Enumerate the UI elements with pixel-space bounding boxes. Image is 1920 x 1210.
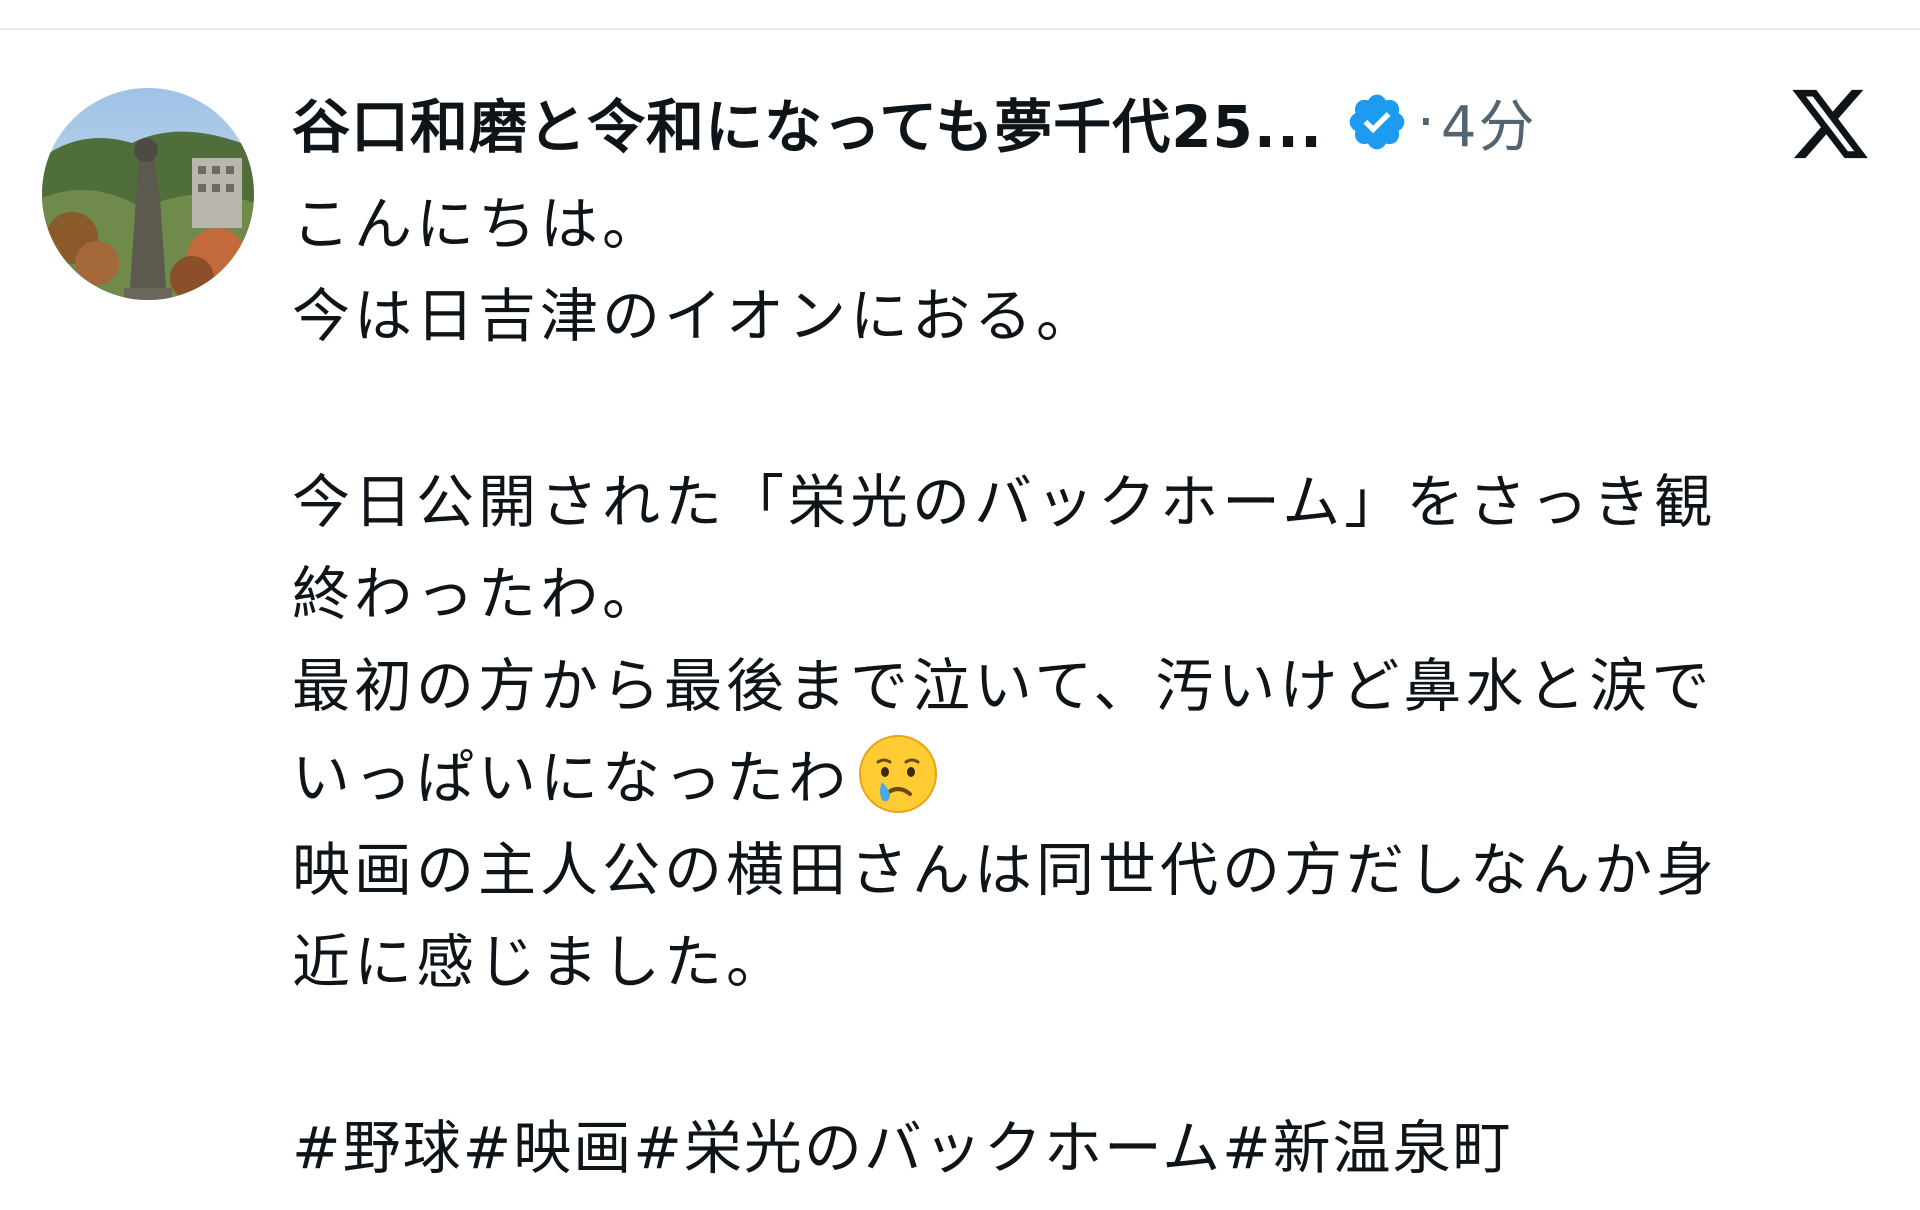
x-logo-icon[interactable] xyxy=(1788,82,1872,166)
tweet-line: 今日公開された「栄光のバックホーム」をさっき観 xyxy=(292,468,1717,536)
hashtag-link[interactable]: #新温泉町 xyxy=(1222,1114,1513,1182)
top-divider xyxy=(0,28,1920,30)
tweet-line: 映画の主人公の横田さんは同世代の方だしなんか身 xyxy=(292,836,1719,904)
tweet-line: 今は日吉津のイオンにおる。 xyxy=(292,282,1099,350)
tweet-line: 近に感じました。 xyxy=(292,928,789,996)
tweet-line: 終わったわ。 xyxy=(292,560,665,628)
tweet-text: こんにちは。 今は日吉津のイオンにおる。 今日公開された「栄光のバックホーム」を… xyxy=(292,178,1872,1194)
hashtag-link[interactable]: #野球 xyxy=(292,1114,463,1182)
avatar-photo xyxy=(42,88,254,300)
crying-face-icon xyxy=(856,732,940,816)
tweet-header: 谷口和磨と令和になっても夢千代25... · 4分 xyxy=(292,82,1537,163)
tweet-line-with-emoji: いっぱいになったわ xyxy=(292,732,1872,824)
tweet-line-text: いっぱいになったわ xyxy=(292,744,851,812)
author-display-name[interactable]: 谷口和磨と令和になっても夢千代25... xyxy=(292,80,1323,164)
tweet-line: こんにちは。 xyxy=(292,190,665,258)
tweet-timestamp[interactable]: 4分 xyxy=(1441,82,1537,163)
avatar[interactable] xyxy=(42,88,254,300)
separator-dot: · xyxy=(1417,89,1435,155)
hashtag-link[interactable]: #映画 xyxy=(463,1114,634,1182)
hashtag-line: #野球#映画#栄光のバックホーム#新温泉町 xyxy=(292,1102,1872,1194)
verified-badge-icon xyxy=(1345,90,1409,154)
hashtag-link[interactable]: #栄光のバックホーム xyxy=(633,1114,1222,1182)
tweet-line: 最初の方から最後まで泣いて、汚いけど鼻水と涙で xyxy=(292,652,1714,720)
